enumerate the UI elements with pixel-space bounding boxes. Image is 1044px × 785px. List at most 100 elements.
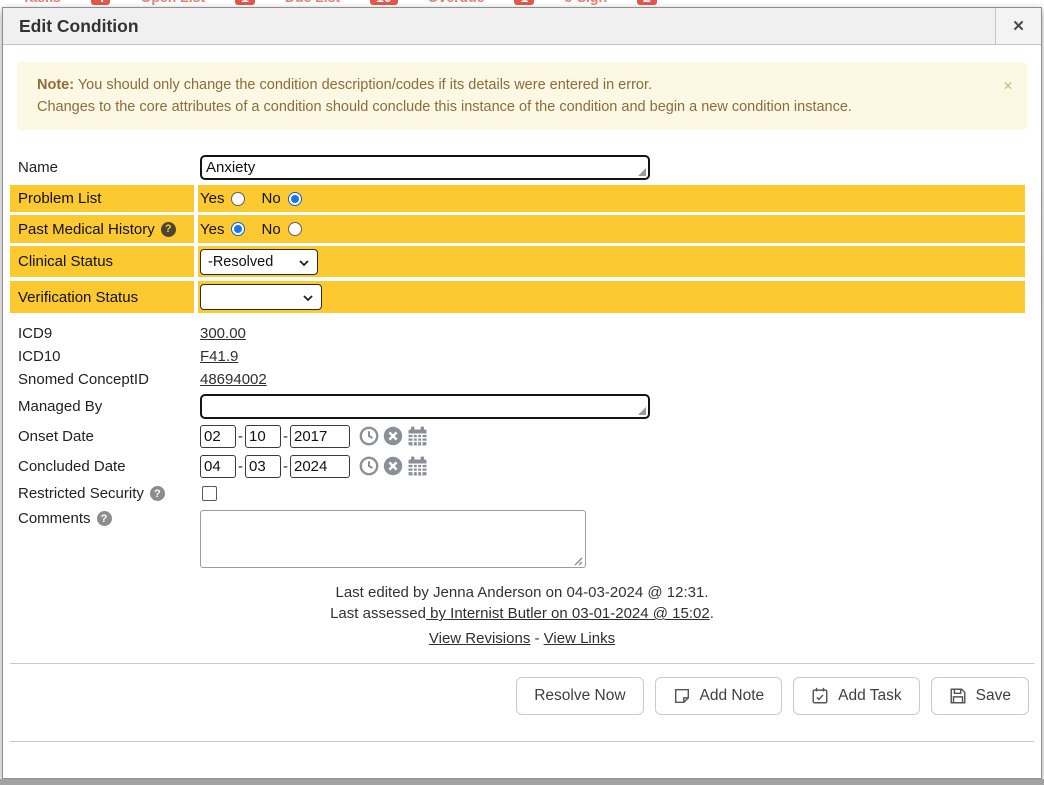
clinical-status-select[interactable]: -Resolved — [200, 249, 318, 275]
view-links-line: View Revisions - View Links — [10, 628, 1034, 649]
save-label: Save — [976, 687, 1011, 705]
link-separator: - — [530, 630, 543, 647]
icd10-code-link[interactable]: F41.9 — [200, 348, 238, 365]
problem-list-radio-no[interactable] — [288, 192, 302, 206]
action-button-row: Resolve Now Add Note Add Task Save — [10, 677, 1029, 715]
bg-task-badge: 2 — [637, 0, 657, 5]
add-task-label: Add Task — [838, 687, 901, 705]
verification-status-label: Verification Status — [18, 289, 138, 306]
comments-textarea[interactable] — [200, 510, 586, 568]
clinical-status-value: -Resolved — [208, 254, 273, 270]
past-medical-history-row: Past Medical History ? Yes No — [10, 215, 1025, 243]
chevron-down-icon — [299, 260, 309, 267]
last-assessed-link[interactable]: by Internist Butler on 03-01-2024 @ 15:0… — [426, 605, 710, 622]
clear-date-icon[interactable] — [383, 426, 403, 446]
last-assessed-prefix: Last assessed — [330, 605, 426, 622]
snomed-code-link[interactable]: 48694002 — [200, 371, 267, 388]
icd9-code-link[interactable]: 300.00 — [200, 325, 246, 342]
edit-condition-dialog: Edit Condition ✕ Note: You should only c… — [2, 7, 1042, 779]
verification-status-row: Verification Status — [10, 281, 1025, 313]
managed-by-input[interactable] — [200, 394, 650, 419]
onset-month-input[interactable] — [200, 425, 236, 448]
clinical-status-row: Clinical Status -Resolved — [10, 246, 1025, 277]
pmh-yes-label: Yes — [200, 221, 224, 238]
note-line-1: Note: You should only change the conditi… — [37, 74, 987, 96]
add-note-label: Add Note — [700, 687, 765, 705]
dialog-title: Edit Condition — [19, 16, 139, 37]
past-medical-history-label: Past Medical History — [18, 221, 155, 238]
dialog-close-button[interactable]: ✕ — [995, 8, 1041, 44]
divider — [10, 741, 1034, 742]
clock-icon[interactable] — [359, 426, 379, 446]
background-page-strip: Tasks 4 Open List 1 Due List 10 Overdue … — [0, 0, 1044, 7]
calendar-icon[interactable] — [407, 456, 428, 476]
concluded-year-input[interactable] — [290, 455, 350, 478]
onset-year-input[interactable] — [290, 425, 350, 448]
comments-label: Comments — [18, 510, 91, 527]
problem-list-radio-yes[interactable] — [231, 192, 245, 206]
last-assessed-suffix: . — [710, 605, 714, 622]
note-icon — [673, 687, 691, 705]
date-separator: - — [283, 428, 288, 445]
clear-date-icon[interactable] — [383, 456, 403, 476]
condition-form: Name Problem List Yes No — [10, 153, 1025, 572]
comments-row: Comments ? — [10, 510, 1025, 572]
snomed-row: Snomed ConceptID 48694002 — [10, 368, 1025, 391]
name-input[interactable] — [200, 155, 650, 180]
icd10-label: ICD10 — [18, 348, 61, 365]
snomed-label: Snomed ConceptID — [18, 371, 149, 388]
calendar-check-icon — [811, 687, 829, 705]
onset-date-row: Onset Date - - — [10, 421, 1025, 451]
help-icon[interactable]: ? — [161, 222, 176, 237]
background-bottom-strip — [0, 779, 1044, 785]
add-note-button[interactable]: Add Note — [655, 677, 783, 715]
calendar-icon[interactable] — [407, 426, 428, 446]
restricted-security-row: Restricted Security ? — [10, 481, 1025, 506]
view-links-link[interactable]: View Links — [544, 630, 615, 647]
problem-list-yes-label: Yes — [200, 190, 224, 207]
add-task-button[interactable]: Add Task — [793, 677, 919, 715]
verification-status-select[interactable] — [200, 284, 322, 310]
warning-note-banner: Note: You should only change the conditi… — [17, 62, 1027, 130]
managed-by-row: Managed By — [10, 391, 1025, 421]
bg-task-badge: 4 — [91, 0, 111, 5]
bg-task-badge: 10 — [370, 0, 398, 5]
note-text-1: You should only change the condition des… — [78, 77, 652, 93]
date-separator: - — [283, 458, 288, 475]
help-icon[interactable]: ? — [150, 486, 165, 501]
onset-day-input[interactable] — [245, 425, 281, 448]
concluded-month-input[interactable] — [200, 455, 236, 478]
date-separator: - — [238, 428, 243, 445]
bg-task-label: Tasks — [22, 0, 61, 5]
bg-task-label: Open List — [140, 0, 205, 5]
restricted-security-checkbox[interactable] — [202, 486, 217, 501]
past-medical-history-radio-yes[interactable] — [231, 222, 245, 236]
save-icon — [949, 687, 967, 705]
pmh-no-label: No — [261, 221, 280, 238]
divider — [10, 663, 1034, 664]
note-close-icon[interactable]: ✕ — [1003, 75, 1013, 97]
page: Tasks 4 Open List 1 Due List 10 Overdue … — [0, 0, 1044, 785]
date-separator: - — [238, 458, 243, 475]
concluded-day-input[interactable] — [245, 455, 281, 478]
managed-by-label: Managed By — [18, 398, 102, 415]
save-button[interactable]: Save — [931, 677, 1029, 715]
name-label: Name — [18, 159, 58, 176]
bg-task-badge: 1 — [235, 0, 255, 5]
past-medical-history-radio-no[interactable] — [288, 222, 302, 236]
last-assessed-line: Last assessed by Internist Butler on 03-… — [10, 603, 1034, 624]
problem-list-label: Problem List — [18, 190, 101, 207]
view-revisions-link[interactable]: View Revisions — [429, 630, 530, 647]
resolve-now-button[interactable]: Resolve Now — [516, 677, 643, 715]
concluded-date-row: Concluded Date - - — [10, 451, 1025, 481]
close-icon: ✕ — [1012, 18, 1025, 35]
bg-task-label: Overdue — [428, 0, 485, 5]
restricted-security-label: Restricted Security — [18, 485, 144, 502]
clock-icon[interactable] — [359, 456, 379, 476]
icd9-label: ICD9 — [18, 325, 52, 342]
icd9-row: ICD9 300.00 — [10, 321, 1025, 345]
concluded-date-label: Concluded Date — [18, 458, 126, 475]
clinical-status-label: Clinical Status — [18, 253, 113, 270]
chevron-down-icon — [303, 295, 313, 302]
help-icon[interactable]: ? — [97, 511, 112, 526]
